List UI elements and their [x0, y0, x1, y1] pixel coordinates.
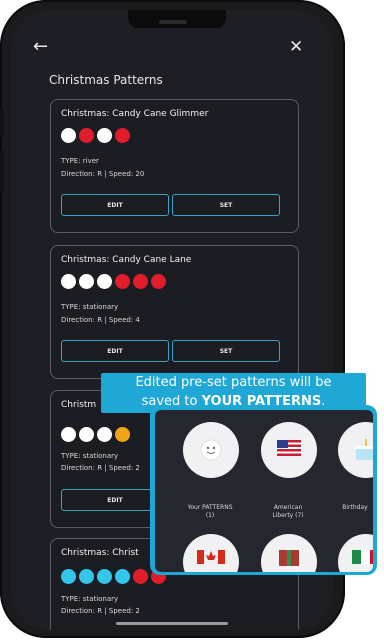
us-flag-icon	[277, 440, 301, 456]
pattern-dots	[61, 427, 130, 442]
pattern-type: TYPE: river	[61, 157, 99, 165]
edit-button[interactable]: EDIT	[61, 194, 169, 216]
color-dot	[151, 274, 166, 289]
pattern-card: Christmas: Candy Cane Lane TYPE: station…	[50, 245, 299, 379]
edit-button[interactable]: EDIT	[61, 340, 169, 362]
color-dot	[79, 569, 94, 584]
color-dot	[97, 128, 112, 143]
mexico-flag-icon	[352, 550, 373, 564]
color-dot	[115, 128, 130, 143]
pattern-name: Christmas: Christ	[61, 548, 139, 558]
set-button[interactable]: SET	[172, 340, 280, 362]
pattern-type: TYPE: stationary	[61, 595, 119, 603]
color-dot	[97, 569, 112, 584]
canada-flag-icon	[197, 550, 225, 564]
color-dot	[133, 274, 148, 289]
color-dot	[97, 274, 112, 289]
color-dot	[115, 427, 130, 442]
color-dot	[133, 569, 148, 584]
birthday-tile[interactable]	[338, 422, 373, 478]
color-dot	[61, 274, 76, 289]
american-liberty-tile[interactable]	[261, 422, 317, 478]
color-dot	[115, 274, 130, 289]
gift-tile[interactable]	[261, 534, 317, 572]
pattern-direction-speed: Direction: R | Speed: 20	[61, 170, 145, 178]
birthday-cake-icon	[356, 439, 373, 460]
pattern-name: Christmas: Candy Cane Glimmer	[61, 109, 209, 119]
color-dot	[115, 569, 130, 584]
canada-tile[interactable]	[183, 534, 239, 572]
pattern-direction-speed: Direction: R | Speed: 2	[61, 464, 140, 472]
pattern-name: Christm	[61, 400, 97, 410]
color-dot	[61, 569, 76, 584]
phone-side-button	[0, 109, 4, 135]
color-dot	[79, 274, 94, 289]
color-dot	[61, 128, 76, 143]
set-button[interactable]: SET	[172, 194, 280, 216]
pattern-direction-speed: Direction: R | Speed: 2	[61, 607, 140, 615]
smile-icon	[200, 439, 222, 461]
your-patterns-tile[interactable]	[183, 422, 239, 478]
tile-label: Your PATTERNS (1)	[187, 504, 233, 519]
pattern-card: Christmas: Candy Cane Glimmer TYPE: rive…	[50, 99, 299, 233]
mexico-tile[interactable]	[338, 534, 373, 572]
home-indicator	[116, 622, 228, 625]
pattern-type: TYPE: stationary	[61, 303, 119, 311]
pattern-dots	[61, 128, 130, 143]
color-dot	[61, 427, 76, 442]
tile-label: American Liberty (7)	[272, 504, 304, 519]
tile-label: Birthday	[342, 504, 368, 511]
pattern-dots	[61, 274, 166, 289]
color-dot	[97, 427, 112, 442]
pattern-type: TYPE: stationary	[61, 452, 119, 460]
pattern-name: Christmas: Candy Cane Lane	[61, 255, 192, 265]
pattern-dots	[61, 569, 166, 584]
phone-side-button	[0, 150, 4, 192]
color-dot	[79, 427, 94, 442]
category-popup: Your PATTERNS (1) American Liberty (7) B…	[155, 410, 373, 572]
gift-icon	[279, 550, 299, 566]
pattern-direction-speed: Direction: R | Speed: 4	[61, 316, 140, 324]
color-dot	[79, 128, 94, 143]
callout-line1: Edited pre-set patterns will be	[135, 375, 332, 390]
